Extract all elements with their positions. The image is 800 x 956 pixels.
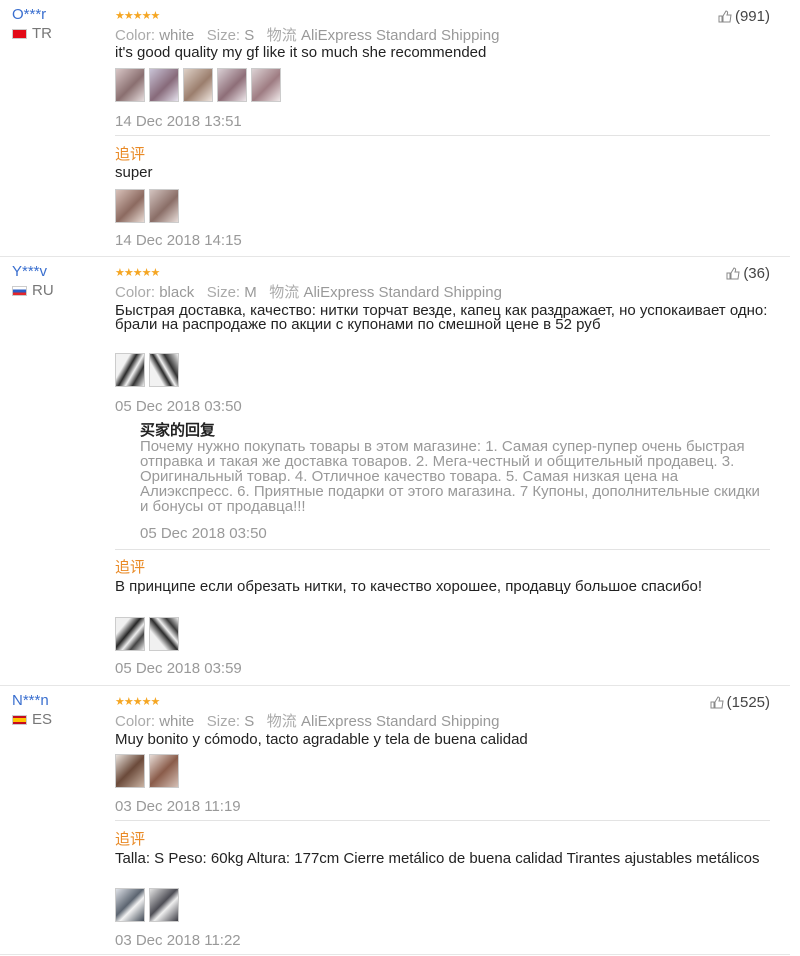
reviewer-info: Y***v RU [12,263,54,299]
flag-icon [12,714,27,725]
thumbs-up-icon [718,10,732,23]
country-code: RU [32,282,54,299]
color-value: white [159,27,195,44]
followup-photo[interactable] [149,617,179,651]
seller-reply-title: 买家的回复 [140,422,216,439]
review-photo[interactable] [217,68,247,102]
purchase-info: Color: black Size: M 物流 AliExpress Stand… [115,281,502,302]
color-value: black [159,284,195,301]
review-photo[interactable] [115,353,145,387]
helpful-button[interactable]: (1525) [710,694,770,711]
size-label: Size: [206,713,241,730]
followup-date: 03 Dec 2018 11:22 [115,932,241,949]
size-label: Size: [206,27,241,44]
country-code: TR [32,25,52,42]
star-rating: ★★★★★ [115,10,160,22]
star-rating: ★★★★★ [115,696,160,708]
followup-text: super [115,164,153,181]
followup-photo[interactable] [115,189,145,223]
shipping-value: AliExpress Standard Shipping [300,27,500,44]
country-code: ES [32,711,53,728]
reviewer-name[interactable]: N***n [12,692,52,709]
review-photo[interactable] [251,68,281,102]
review-text: Muy bonito y cómodo, tacto agradable y t… [115,731,528,748]
color-label: Color: [115,713,156,730]
review-photos [115,353,179,387]
reviewer-info: O***r TR [12,6,52,42]
review-photo[interactable] [149,353,179,387]
flag-icon [12,285,27,296]
followup-date: 14 Dec 2018 14:15 [115,232,242,249]
followup-photos [115,888,179,922]
divider [115,820,770,821]
flag-icon [12,28,27,39]
review-photo[interactable] [183,68,213,102]
helpful-button[interactable]: (36) [726,265,770,282]
size-value: S [244,27,255,44]
review-photos [115,754,179,788]
review-photo[interactable] [115,68,145,102]
divider [115,549,770,550]
thumbs-up-icon [710,696,724,709]
review-photo[interactable] [149,754,179,788]
followup-label: 追评 [115,559,146,576]
review-item: Y***v RU ★★★★★ (36) Color: black Size: M… [0,257,790,686]
followup-photo[interactable] [115,888,145,922]
review-date: 05 Dec 2018 03:50 [115,398,242,415]
shipping-value: AliExpress Standard Shipping [300,713,500,730]
followup-date: 05 Dec 2018 03:59 [115,660,242,677]
reviewer-country: ES [12,711,52,728]
review-text: Быстрая доставка, качество: нитки торчат… [115,302,768,333]
purchase-info: Color: white Size: S 物流 AliExpress Stand… [115,710,499,731]
color-label: Color: [115,284,156,301]
review-item: N***n ES ★★★★★ (1525) Color: white Size:… [0,686,790,955]
review-photos [115,68,281,102]
followup-photo[interactable] [115,617,145,651]
review-photo[interactable] [115,754,145,788]
followup-photos [115,189,179,223]
review-photo[interactable] [149,68,179,102]
seller-reply-text: Почему нужно покупать товары в этом мага… [140,438,760,515]
reviewer-info: N***n ES [12,692,52,728]
helpful-button[interactable]: (991) [718,8,770,25]
followup-photos [115,617,179,651]
shipping-value: AliExpress Standard Shipping [303,284,502,301]
followup-text: Talla: S Peso: 60kg Altura: 177cm Cierre… [115,850,760,867]
reviewer-name[interactable]: Y***v [12,263,54,280]
review-text: it's good quality my gf like it so much … [115,44,487,61]
followup-photo[interactable] [149,189,179,223]
followup-text: В принципе если обрезать нитки, то качес… [115,578,703,595]
size-label: Size: [206,284,241,301]
reviewer-name[interactable]: O***r [12,6,52,23]
shipping-label: 物流 [266,713,297,730]
size-value: M [244,284,257,301]
followup-label: 追评 [115,831,146,848]
thumbs-up-icon [726,267,740,280]
review-date: 14 Dec 2018 13:51 [115,113,242,130]
seller-reply-date: 05 Dec 2018 03:50 [140,525,267,542]
shipping-label: 物流 [266,27,297,44]
followup-photo[interactable] [149,888,179,922]
purchase-info: Color: white Size: S 物流 AliExpress Stand… [115,24,499,45]
color-value: white [159,713,195,730]
helpful-count: (1525) [726,694,770,711]
reviewer-country: RU [12,282,54,299]
shipping-label: 物流 [269,284,300,301]
divider [115,135,770,136]
color-label: Color: [115,27,156,44]
review-item: O***r TR ★★★★★ (991) Color: white Size: … [0,0,790,257]
helpful-count: (991) [734,8,770,25]
helpful-count: (36) [743,265,770,282]
reviewer-country: TR [12,25,52,42]
star-rating: ★★★★★ [115,267,160,279]
review-date: 03 Dec 2018 11:19 [115,798,241,815]
size-value: S [244,713,255,730]
followup-label: 追评 [115,146,146,163]
